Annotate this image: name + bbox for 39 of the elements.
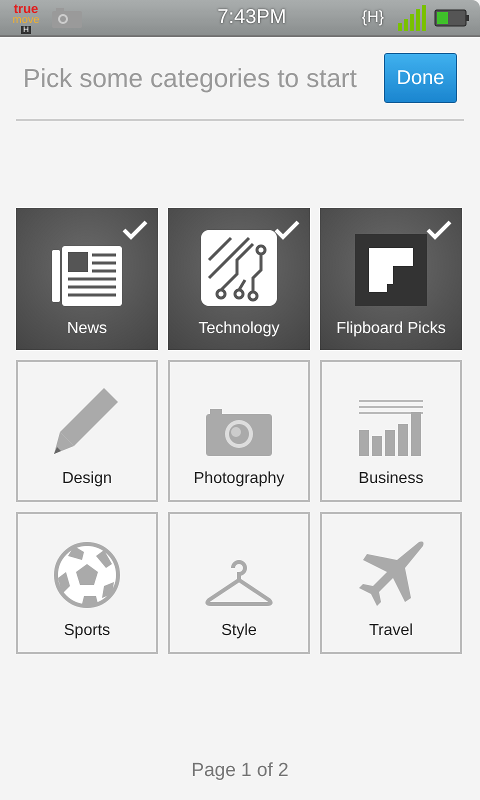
category-label: Travel — [369, 622, 413, 640]
category-tile[interactable]: Technology — [168, 208, 310, 350]
camera-icon — [52, 8, 82, 28]
category-label: Style — [221, 622, 257, 640]
page-indicator: Page 1 of 2 — [190, 760, 290, 782]
flipboard-logo-icon — [355, 234, 427, 306]
signal-icon — [398, 4, 426, 30]
newspaper-icon — [52, 246, 122, 306]
checkmark-icon — [426, 220, 452, 240]
network-badge: H — [21, 26, 31, 34]
airplane-icon — [357, 540, 425, 608]
hanger-icon — [205, 558, 273, 608]
category-tile[interactable]: Style — [168, 512, 310, 654]
category-label: Flipboard Picks — [336, 320, 446, 338]
category-tile[interactable]: Business — [320, 360, 462, 502]
category-tile[interactable]: Travel — [320, 512, 462, 654]
category-tile[interactable]: Flipboard Picks — [320, 208, 462, 350]
clock-time: 7:43PM — [216, 6, 288, 29]
soccer-ball-icon — [54, 542, 120, 608]
category-label: News — [66, 320, 107, 338]
carrier-logo-text: true — [14, 2, 38, 14]
carrier-logo-text: move — [12, 14, 40, 26]
checkmark-icon — [122, 220, 148, 240]
category-label: Sports — [64, 622, 110, 640]
category-tile[interactable]: Sports — [16, 512, 158, 654]
page-title: Pick some categories to start — [23, 62, 357, 94]
checkmark-icon — [274, 220, 300, 240]
category-tile[interactable]: News — [16, 208, 158, 350]
category-tile[interactable]: Photography — [168, 360, 310, 502]
network-type: {H} — [362, 8, 384, 26]
circuit-icon — [201, 230, 277, 306]
category-label: Business — [358, 470, 424, 488]
category-label: Technology — [198, 320, 280, 338]
category-label: Design — [62, 470, 112, 488]
bar-chart-icon — [359, 400, 423, 456]
battery-icon — [434, 8, 470, 26]
camera-icon — [206, 406, 272, 456]
category-label: Photography — [194, 470, 284, 488]
category-tile[interactable]: Design — [16, 360, 158, 502]
